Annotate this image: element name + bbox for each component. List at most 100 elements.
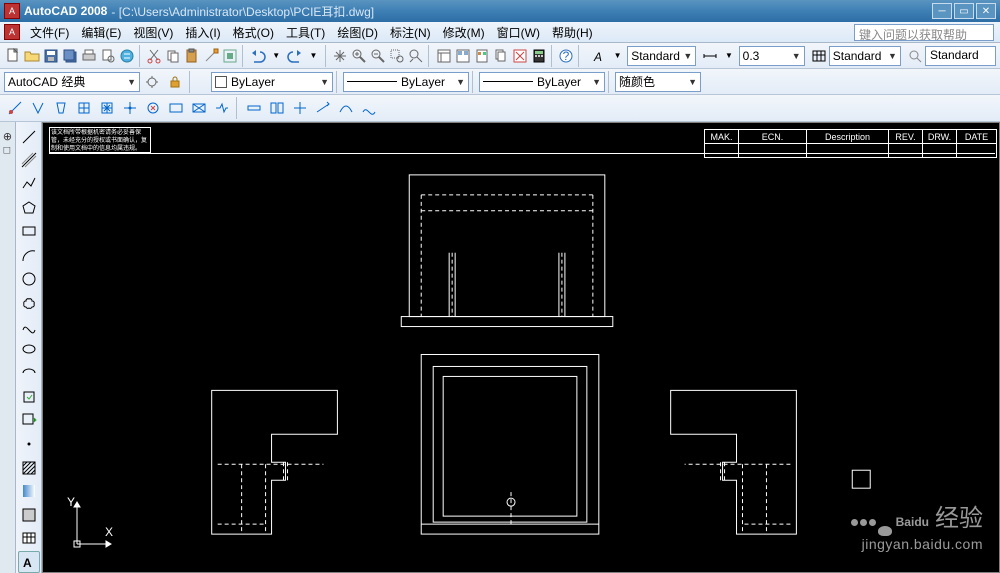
zoom-window-button[interactable]: [388, 45, 406, 67]
dimstyle-icon[interactable]: [701, 45, 719, 67]
table-button[interactable]: [18, 528, 40, 550]
redo-menu[interactable]: ▼: [305, 45, 322, 67]
spline-button[interactable]: [18, 315, 40, 337]
open-button[interactable]: [23, 45, 41, 67]
et-button-14[interactable]: [312, 97, 334, 119]
et-button-2[interactable]: [27, 97, 49, 119]
pan-button[interactable]: [331, 45, 349, 67]
mtext-button[interactable]: A: [18, 551, 40, 573]
insert-block-button[interactable]: [18, 386, 40, 408]
zoom-out-button[interactable]: [369, 45, 387, 67]
menu-bar: A 文件(F) 编辑(E) 视图(V) 插入(I) 格式(O) 工具(T) 绘图…: [0, 22, 1000, 43]
match-button[interactable]: [202, 45, 220, 67]
et-button-11[interactable]: [243, 97, 265, 119]
menu-format[interactable]: 格式(O): [227, 22, 280, 43]
workspace-settings-button[interactable]: [141, 71, 163, 93]
et-button-1[interactable]: [4, 97, 26, 119]
et-button-15[interactable]: [335, 97, 357, 119]
et-button-9[interactable]: [188, 97, 210, 119]
minimize-button[interactable]: ─: [932, 3, 952, 19]
menu-window[interactable]: 窗口(W): [491, 22, 546, 43]
make-block-button[interactable]: [18, 410, 40, 432]
close-button[interactable]: ✕: [976, 3, 996, 19]
textstyle-menu[interactable]: ▼: [609, 45, 626, 67]
textstyle-dropdown[interactable]: Standard▼: [627, 46, 696, 66]
et-button-8[interactable]: [165, 97, 187, 119]
menu-tools[interactable]: 工具(T): [280, 22, 331, 43]
help-search-input[interactable]: 键入问题以获取帮助: [854, 24, 994, 41]
palette-tab[interactable]: ⊕ □: [0, 122, 16, 573]
gradient-button[interactable]: [18, 480, 40, 502]
dimstyle-dropdown[interactable]: 0.3▼: [739, 46, 805, 66]
quickcalc-button[interactable]: [530, 45, 548, 67]
undo-button[interactable]: [249, 45, 267, 67]
tablestyle2-input[interactable]: Standard: [925, 46, 996, 66]
menu-modify[interactable]: 修改(M): [437, 22, 491, 43]
et-button-6[interactable]: [119, 97, 141, 119]
undo-menu[interactable]: ▼: [268, 45, 285, 67]
revcloud-button[interactable]: [18, 291, 40, 313]
cut-button[interactable]: [145, 45, 163, 67]
et-button-4[interactable]: [73, 97, 95, 119]
help-button[interactable]: ?: [557, 45, 575, 67]
construction-line-button[interactable]: [18, 150, 40, 172]
et-button-5[interactable]: [96, 97, 118, 119]
lineweight-dropdown[interactable]: ByLayer▼: [479, 72, 605, 92]
menu-edit[interactable]: 编辑(E): [75, 22, 127, 43]
region-button[interactable]: [18, 504, 40, 526]
zoom-previous-button[interactable]: [407, 45, 425, 67]
menu-help[interactable]: 帮助(H): [546, 22, 599, 43]
sheet-set-button[interactable]: [492, 45, 510, 67]
copy-button[interactable]: [164, 45, 182, 67]
preview-button[interactable]: [99, 45, 117, 67]
rectangle-button[interactable]: [18, 221, 40, 243]
save-button[interactable]: [42, 45, 60, 67]
hatch-button[interactable]: [18, 457, 40, 479]
et-button-3[interactable]: [50, 97, 72, 119]
block-editor-button[interactable]: [221, 45, 239, 67]
arc-button[interactable]: [18, 244, 40, 266]
line-button[interactable]: [18, 126, 40, 148]
plot-button[interactable]: [80, 45, 98, 67]
tablestyle2-icon[interactable]: [906, 45, 924, 67]
maximize-button[interactable]: ▭: [954, 3, 974, 19]
layer-dropdown[interactable]: ByLayer▼: [211, 72, 333, 92]
et-button-12[interactable]: [266, 97, 288, 119]
ellipse-button[interactable]: [18, 339, 40, 361]
polyline-button[interactable]: [18, 173, 40, 195]
et-button-10[interactable]: [211, 97, 233, 119]
et-button-13[interactable]: [289, 97, 311, 119]
menu-file[interactable]: 文件(F): [24, 22, 75, 43]
dimstyle-value: 0.3: [743, 49, 760, 63]
menu-view[interactable]: 视图(V): [127, 22, 179, 43]
et-button-7[interactable]: [142, 97, 164, 119]
menu-insert[interactable]: 插入(I): [179, 22, 226, 43]
point-button[interactable]: [18, 433, 40, 455]
workspace-dropdown[interactable]: AutoCAD 经典▼: [4, 72, 140, 92]
paste-button[interactable]: [183, 45, 201, 67]
menu-draw[interactable]: 绘图(D): [331, 22, 384, 43]
drawing-canvas[interactable]: 该文档所带根据机密请务必妥善保管，未经充分的授权或书面确认，复制和使用文档中的信…: [42, 122, 1000, 573]
ellipse-arc-button[interactable]: [18, 362, 40, 384]
zoom-realtime-button[interactable]: [350, 45, 368, 67]
circle-button[interactable]: [18, 268, 40, 290]
workspace-lock-button[interactable]: [164, 71, 186, 93]
publish-button[interactable]: [118, 45, 136, 67]
markup-button[interactable]: [511, 45, 529, 67]
color-dropdown[interactable]: 随颜色▼: [615, 72, 701, 92]
linetype-dropdown[interactable]: ByLayer▼: [343, 72, 469, 92]
textstyle-icon[interactable]: A: [590, 45, 608, 67]
new-button[interactable]: [4, 45, 22, 67]
doc-icon: A: [4, 24, 20, 40]
designcenter-button[interactable]: [454, 45, 472, 67]
properties-button[interactable]: [435, 45, 453, 67]
tool-palettes-button[interactable]: [473, 45, 491, 67]
dimstyle-menu[interactable]: ▼: [720, 45, 737, 67]
polygon-button[interactable]: [18, 197, 40, 219]
redo-button[interactable]: [286, 45, 304, 67]
et-button-16[interactable]: [358, 97, 380, 119]
tablestyle-dropdown[interactable]: Standard▼: [829, 46, 901, 66]
saveall-button[interactable]: [61, 45, 79, 67]
menu-dimension[interactable]: 标注(N): [384, 22, 437, 43]
tablestyle-icon[interactable]: [810, 45, 828, 67]
